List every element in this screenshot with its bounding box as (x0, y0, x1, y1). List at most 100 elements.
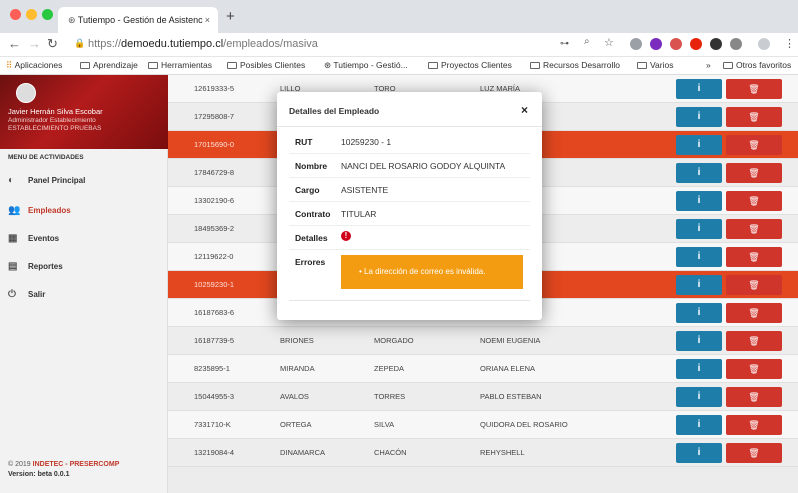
new-tab-button[interactable]: + (226, 8, 235, 25)
info-button[interactable]: i (676, 135, 722, 155)
browser-tab[interactable]: ⊛ Tutiempo - Gestión de Asistenc × (58, 7, 218, 33)
bookmark-folder[interactable]: Posibles Clientes (227, 60, 305, 70)
cell-rut: 8235895-1 (194, 364, 230, 373)
menu-title: MENU DE ACTIVIDADES (8, 154, 84, 161)
sidebar-footer: © 2019 INDETEC - PRESERCOMP Version: bet… (8, 461, 119, 478)
bookmark-folder[interactable]: Herramientas (148, 60, 212, 70)
zoom-icon[interactable]: ⌕ (584, 36, 596, 48)
tab-favicon-icon: ⊛ (68, 15, 78, 25)
info-button[interactable]: i (676, 107, 722, 127)
menu-icon[interactable]: ⋮ (784, 37, 795, 50)
bookmark-star-icon[interactable]: ☆ (604, 36, 616, 49)
cell-apellido-materno: ZEPEDA (374, 364, 405, 373)
cell-rut: 12619333-5 (194, 84, 235, 93)
delete-button[interactable]: 🗑 (726, 107, 782, 127)
delete-button[interactable]: 🗑 (726, 415, 782, 435)
info-button[interactable]: i (676, 275, 722, 295)
sidebar-item-reportes[interactable]: ▤ Reportes (8, 261, 63, 272)
bookmark-folder[interactable]: ⊛ Tutiempo - Gestió... (324, 60, 408, 71)
delete-button[interactable]: 🗑 (726, 359, 782, 379)
extension-icon[interactable] (670, 38, 682, 50)
table-row: 8235895-1 MIRANDA ZEPEDA ORIANA ELENA i 🗑 (168, 355, 798, 383)
table-row: 13219084-4 DINAMARCA CHACÓN REHYSHELL i 🗑 (168, 439, 798, 467)
delete-button[interactable]: 🗑 (726, 303, 782, 323)
detail-row-nombre: Nombre NANCI DEL ROSARIO GODOY ALQUINTA (289, 154, 530, 178)
bookmark-other-favorites[interactable]: Otros favoritos (723, 60, 791, 70)
minimize-window-button[interactable] (26, 9, 37, 20)
bookmark-folder[interactable]: Aprendizaje (80, 60, 138, 70)
delete-button[interactable]: 🗑 (726, 387, 782, 407)
cell-apellido-materno: CHACÓN (374, 448, 407, 457)
delete-button[interactable]: 🗑 (726, 443, 782, 463)
cell-rut: 16187739-5 (194, 336, 235, 345)
bookmark-apps[interactable]: ⠿ Aplicaciones (6, 60, 62, 71)
info-button[interactable]: i (676, 191, 722, 211)
extension-icon[interactable] (710, 38, 722, 50)
close-window-button[interactable] (10, 9, 21, 20)
delete-button[interactable]: 🗑 (726, 163, 782, 183)
cell-rut: 16187683-6 (194, 308, 235, 317)
lock-icon: 🔒 (74, 38, 86, 48)
error-alert: • La dirección de correo es inválida. (341, 255, 523, 289)
site-favicon-icon: ⊛ (324, 60, 334, 70)
info-button[interactable]: i (676, 163, 722, 183)
cell-nombres: ORIANA ELENA (480, 364, 536, 373)
back-icon[interactable]: ← (8, 36, 21, 51)
info-button[interactable]: i (676, 303, 722, 323)
bookmark-folder[interactable]: Proyectos Clientes (428, 60, 512, 70)
forward-icon[interactable]: → (28, 36, 41, 51)
detail-row-cargo: Cargo ASISTENTE (289, 178, 530, 202)
delete-button[interactable]: 🗑 (726, 219, 782, 239)
sidebar-item-panel-principal[interactable]: ◐ Panel Principal (8, 175, 85, 186)
url-scheme: https:// (88, 38, 122, 50)
maximize-window-button[interactable] (42, 9, 53, 20)
modal-divider (289, 300, 530, 301)
detail-row-contrato: Contrato TITULAR (289, 202, 530, 226)
cell-rut: 10259230-1 (194, 280, 235, 289)
user-establishment: ESTABLECIMIENTO PRUEBAS (8, 125, 102, 132)
detail-row-rut: RUT 10259230 - 1 (289, 130, 530, 154)
cell-apellido-paterno: MIRANDA (280, 364, 315, 373)
apps-grid-icon: ⠿ (6, 60, 13, 70)
modal-title: Detalles del Empleado (289, 106, 380, 116)
detail-label: Errores (295, 257, 326, 267)
info-button[interactable]: i (676, 79, 722, 99)
cell-apellido-paterno: BRIONES (280, 336, 314, 345)
url-field[interactable]: https://demoedu.tutiempo.cl/empleados/ma… (88, 38, 318, 50)
delete-button[interactable]: 🗑 (726, 79, 782, 99)
info-button[interactable]: i (676, 359, 722, 379)
sidebar-item-salir[interactable]: ⏻ Salir (8, 289, 45, 300)
delete-button[interactable]: 🗑 (726, 275, 782, 295)
detail-value-rut: 10259230 - 1 (341, 137, 392, 147)
delete-button[interactable]: 🗑 (726, 331, 782, 351)
profile-icon[interactable] (758, 38, 770, 50)
employee-details-modal: Detalles del Empleado × RUT 10259230 - 1… (277, 92, 542, 320)
bookmark-folder[interactable]: Varios (637, 60, 673, 70)
extension-icon[interactable] (690, 38, 702, 50)
profile-header: Javier Hernán Silva Escobar Administrado… (0, 75, 168, 149)
info-button[interactable]: i (676, 247, 722, 267)
delete-button[interactable]: 🗑 (726, 247, 782, 267)
sidebar-item-empleados[interactable]: 👥 Empleados (8, 205, 71, 216)
folder-icon (530, 62, 540, 69)
info-button[interactable]: i (676, 387, 722, 407)
folder-icon (428, 62, 438, 69)
info-button[interactable]: i (676, 415, 722, 435)
key-icon[interactable]: ⊶ (560, 38, 572, 50)
extension-icon[interactable] (730, 38, 742, 50)
tab-close-icon[interactable]: × (205, 7, 210, 33)
extension-icon[interactable] (650, 38, 662, 50)
detail-label: Cargo (295, 185, 320, 195)
delete-button[interactable]: 🗑 (726, 191, 782, 211)
info-button[interactable]: i (676, 443, 722, 463)
close-icon[interactable]: × (521, 103, 528, 117)
bookmarks-more[interactable]: » (706, 60, 711, 70)
info-button[interactable]: i (676, 331, 722, 351)
delete-button[interactable]: 🗑 (726, 135, 782, 155)
bookmark-folder[interactable]: Recursos Desarrollo (530, 60, 620, 70)
reload-icon[interactable]: ↻ (47, 36, 58, 52)
table-row: 16187739-5 BRIONES MORGADO NOEMI EUGENIA i 🗑 (168, 327, 798, 355)
extension-icon[interactable] (630, 38, 642, 50)
info-button[interactable]: i (676, 219, 722, 239)
sidebar-item-eventos[interactable]: ▦ Eventos (8, 233, 59, 244)
